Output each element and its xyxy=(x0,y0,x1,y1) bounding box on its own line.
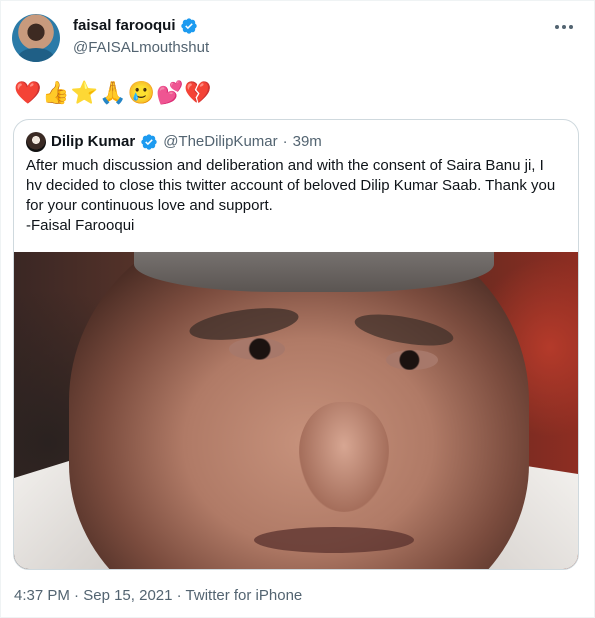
quoted-text-line: After much discussion and deliberation a… xyxy=(26,157,544,174)
quoted-time: 39m xyxy=(292,133,322,150)
quoted-text-line: -Faisal Farooqui xyxy=(26,217,135,234)
photo-eye xyxy=(386,350,438,370)
quoted-author-name: Dilip Kumar xyxy=(51,133,136,150)
quoted-tweet[interactable]: Dilip Kumar @TheDilipKumar · 39m After m… xyxy=(13,119,579,570)
quoted-text-line: hv decided to close this twitter account… xyxy=(26,177,556,194)
tweet-source: Twitter for iPhone xyxy=(185,587,303,604)
more-dot xyxy=(569,25,573,29)
tweet-time[interactable]: 4:37 PM xyxy=(14,587,70,604)
more-options-icon[interactable] xyxy=(552,19,576,35)
author-avatar[interactable] xyxy=(12,14,60,62)
photo-eye xyxy=(229,338,285,360)
tweet-date[interactable]: Sep 15, 2021 xyxy=(83,587,172,604)
tweet-text-emojis: ❤️👍⭐🙏🥲💕💔 xyxy=(14,81,213,106)
quoted-tweet-text: After much discussion and deliberation a… xyxy=(26,156,566,236)
separator-dot: · xyxy=(74,587,80,604)
author-name-row: faisal farooqui xyxy=(73,16,209,36)
quoted-tweet-photo[interactable] xyxy=(14,252,578,569)
photo-face xyxy=(69,252,529,569)
separator-dot: · xyxy=(282,133,288,150)
quoted-tweet-header: Dilip Kumar @TheDilipKumar · 39m xyxy=(26,132,322,152)
verified-badge-icon xyxy=(141,134,157,150)
more-dot xyxy=(562,25,566,29)
verified-badge-icon xyxy=(180,18,197,34)
photo-nose xyxy=(299,402,389,512)
separator-dot: · xyxy=(176,587,182,604)
quoted-text-line: for your continuous love and support. xyxy=(26,197,273,214)
photo-mouth xyxy=(254,527,414,553)
quoted-author-handle: @TheDilipKumar xyxy=(163,133,278,150)
more-dot xyxy=(555,25,559,29)
tweet-card: faisal farooqui @FAISALmouthshut ❤️👍⭐🙏🥲💕… xyxy=(0,0,595,618)
author-handle[interactable]: @FAISALmouthshut xyxy=(73,38,209,58)
author-block: faisal farooqui @FAISALmouthshut xyxy=(73,16,209,58)
tweet-metadata: 4:37 PM · Sep 15, 2021 · Twitter for iPh… xyxy=(14,586,302,606)
quoted-author-avatar xyxy=(26,132,46,152)
author-name[interactable]: faisal farooqui xyxy=(73,16,176,36)
